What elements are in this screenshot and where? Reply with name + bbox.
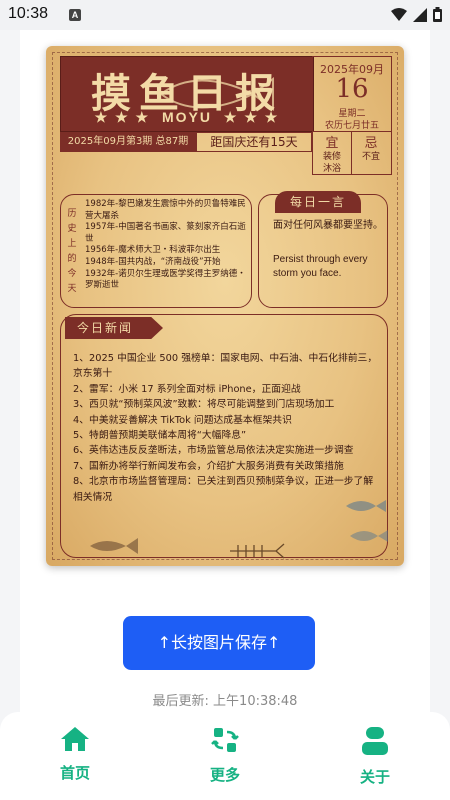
history-label: 历史上的今天 <box>67 209 77 294</box>
news-list: 1、2025 中国企业 500 强榜单：国家电网、中石油、中石化排前三，京东第十… <box>73 351 379 505</box>
nav-label-home: 首页 <box>59 764 90 782</box>
stars-right: ★ ★ ★ <box>223 109 280 125</box>
date-day: 16 <box>335 74 369 104</box>
newspaper-subtitle: ★ ★ ★ MOYU ★ ★ ★ <box>61 109 313 126</box>
yi-column: 宜 装修 沐浴 <box>313 132 352 174</box>
daily-quote-title: 每日一言 <box>275 191 361 213</box>
subtitle-text: MOYU <box>162 109 212 125</box>
status-bar: 10:38 A <box>0 0 450 30</box>
holiday-countdown: 距国庆还有15天 <box>196 132 312 152</box>
ji-column: 忌 不宜 <box>352 132 390 163</box>
wifi-icon <box>391 7 407 21</box>
history-item: 1957年-中国著名书画家、篆刻家齐白石逝世 <box>85 222 246 244</box>
ji-label: 忌 <box>364 136 378 151</box>
history-item: 1948年-国共内战，“济南战役”开始 <box>85 256 221 267</box>
koi-decoration-icon <box>346 500 388 542</box>
news-title: 今日新闻 <box>65 317 163 339</box>
nav-label-more: 更多 <box>209 766 240 784</box>
bottom-navigation: 首页 更多 关于 <box>0 712 450 800</box>
refresh-icon <box>211 728 239 752</box>
history-section: 历史上的今天 1982年-黎巴嫩发生震惊中外的贝鲁特难民营大屠杀 1957年-中… <box>60 194 252 308</box>
history-item: 1956年-魔术师大卫・科波菲尔出生 <box>85 245 221 256</box>
user-icon <box>362 727 388 755</box>
yi-label: 宜 <box>325 136 339 151</box>
daily-quote-section: 每日一言 面对任何风暴都要坚持。 Persist through every s… <box>258 191 388 308</box>
daily-quote-english: Persist through every storm you face. <box>273 254 368 279</box>
nav-item-home[interactable]: 首页 <box>30 726 120 783</box>
nav-item-about[interactable]: 关于 <box>330 726 420 787</box>
news-item: 7、国新办将举行新闻发布会，介绍扩大服务消费有关政策措施 <box>73 460 344 472</box>
fish-skeleton-icon <box>230 543 285 559</box>
fish-decoration-icon <box>90 538 138 554</box>
news-item: 5、特朗普预期美联储本周将“大幅降息” <box>73 430 247 442</box>
status-icons <box>391 7 442 22</box>
almanac-box: 宜 装修 沐浴 忌 不宜 <box>312 130 392 175</box>
last-updated-text: 最后更新: 上午10:38:48 <box>152 694 298 709</box>
newspaper-image[interactable]: 摸鱼日报 ★ ★ ★ MOYU ★ ★ ★ 2025年09月 16 星期二 农历… <box>46 46 404 566</box>
yi-items: 装修 沐浴 <box>322 152 341 174</box>
nav-item-more[interactable]: 更多 <box>180 726 270 785</box>
save-image-button[interactable]: ↑长按图片保存↑ <box>123 616 315 670</box>
masthead: 摸鱼日报 ★ ★ ★ MOYU ★ ★ ★ <box>60 56 314 132</box>
ji-items: 不宜 <box>361 152 380 162</box>
history-list: 1982年-黎巴嫩发生震惊中外的贝鲁特难民营大屠杀 1957年-中国著名书画家、… <box>85 199 251 292</box>
issue-number: 2025年09月第3期 总87期 <box>60 132 196 152</box>
history-item: 1932年-诺贝尔生理或医学奖得主罗纳德・罗斯逝世 <box>85 268 246 291</box>
stars-left: ★ ★ ★ <box>94 109 151 125</box>
history-item: 1982年-黎巴嫩发生震惊中外的贝鲁特难民营大屠杀 <box>85 199 246 221</box>
nav-label-about: 关于 <box>359 768 390 786</box>
news-item: 4、中美就妥善解决 TikTok 问题达成基本框架共识 <box>73 414 292 426</box>
home-icon <box>61 727 89 751</box>
signal-icon <box>413 7 427 22</box>
news-item: 6、英伟达违反反垄断法，市场监管总局依法决定实施进一步调查 <box>73 445 354 457</box>
status-time: 10:38 <box>8 5 49 22</box>
notification-badge: A <box>69 9 81 21</box>
battery-icon <box>433 7 442 22</box>
news-item: 1、2025 中国企业 500 强榜单：国家电网、中石油、中石化排前三，京东第十 <box>73 353 378 380</box>
news-item: 8、北京市市场监督管理局：已关注到西贝预制菜争议，正进一步了解相关情况 <box>73 476 374 503</box>
news-item: 2、雷军：小米 17 系列全面对标 iPhone，正面迎战 <box>73 383 301 395</box>
date-box: 2025年09月 16 星期二 农历七月廿五 <box>312 56 392 132</box>
daily-quote-chinese: 面对任何风暴都要坚持。 <box>273 220 383 231</box>
news-item: 3、西贝就“预制菜风波”致歉：将尽可能调整到门店现场加工 <box>73 399 335 411</box>
